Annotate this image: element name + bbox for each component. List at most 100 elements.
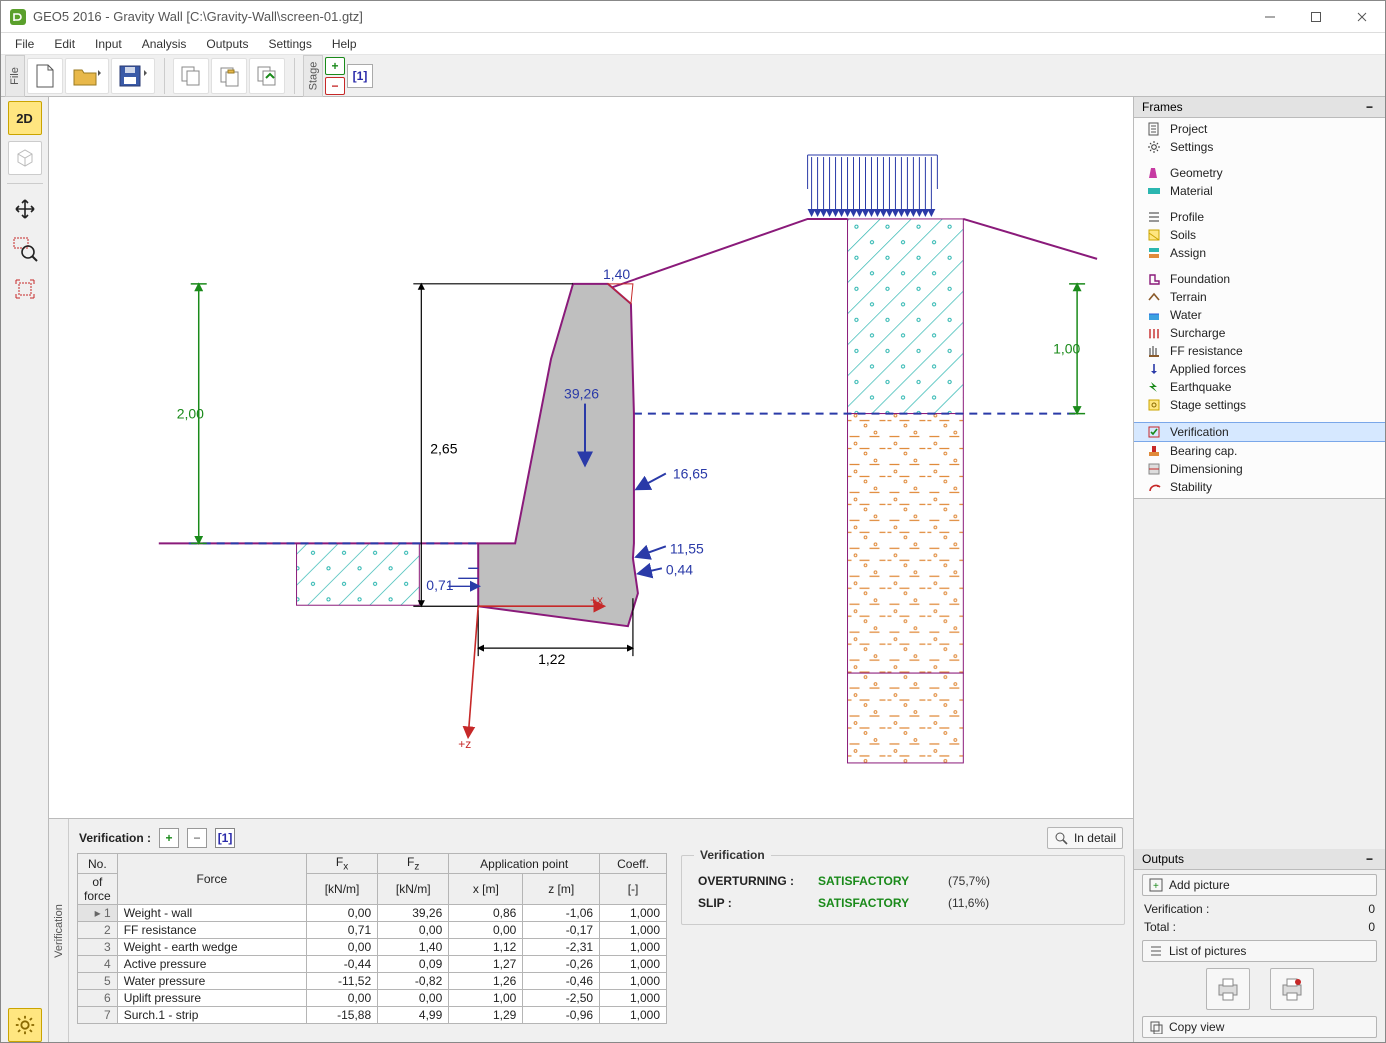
verification-label: Verification : — [79, 831, 151, 845]
svg-text:0,44: 0,44 — [666, 561, 693, 577]
verification-add-button[interactable]: + — [159, 828, 179, 848]
close-button[interactable] — [1339, 1, 1385, 33]
frame-item-label: Bearing cap. — [1170, 444, 1237, 458]
copy-view-button[interactable]: Copy view — [1142, 1016, 1377, 1038]
eq-icon — [1146, 380, 1162, 394]
toolbar-stage-label: Stage — [303, 55, 323, 97]
menu-analysis[interactable]: Analysis — [132, 35, 197, 53]
frame-item-geometry[interactable]: Geometry — [1134, 164, 1385, 182]
terr-icon — [1146, 290, 1162, 304]
frame-item-terrain[interactable]: Terrain — [1134, 288, 1385, 306]
menu-outputs[interactable]: Outputs — [196, 35, 258, 53]
frame-item-foundation[interactable]: Foundation — [1134, 270, 1385, 288]
table-row[interactable]: 3Weight - earth wedge0,001,401,12-2,311,… — [78, 939, 667, 956]
dim-icon — [1146, 462, 1162, 476]
new-file-button[interactable] — [27, 58, 63, 94]
menu-edit[interactable]: Edit — [44, 35, 85, 53]
frame-item-profile[interactable]: Profile — [1134, 208, 1385, 226]
zoom-window-button[interactable] — [8, 232, 42, 266]
frame-item-label: Surcharge — [1170, 326, 1225, 340]
in-detail-button[interactable]: In detail — [1047, 827, 1123, 849]
frame-item-label: Verification — [1170, 425, 1229, 439]
table-row[interactable]: 6Uplift pressure0,000,001,00-2,501,000 — [78, 990, 667, 1007]
assign-icon — [1146, 246, 1162, 260]
printer-icon — [1215, 976, 1241, 1002]
zoom-extents-button[interactable] — [8, 272, 42, 306]
stage-remove-button[interactable]: − — [325, 77, 345, 95]
frame-item-label: Terrain — [1170, 290, 1207, 304]
add-picture-icon: + — [1149, 878, 1163, 892]
frame-item-label: Assign — [1170, 246, 1206, 260]
forces-table[interactable]: No. Force Fx Fz Application point Coeff.… — [77, 853, 667, 1024]
frame-item-earthquake[interactable]: Earthquake — [1134, 378, 1385, 396]
menu-input[interactable]: Input — [85, 35, 132, 53]
menu-help[interactable]: Help — [322, 35, 367, 53]
frame-item-label: Stage settings — [1170, 398, 1246, 412]
minimize-button[interactable] — [1247, 1, 1293, 33]
settings-gear-button[interactable] — [8, 1008, 42, 1042]
drawing-canvas[interactable]: 2,00 2,65 1,22 1,40 — [49, 97, 1133, 818]
open-file-button[interactable] — [65, 58, 109, 94]
view-2d-button[interactable]: 2D — [8, 101, 42, 135]
frame-item-ff-resistance[interactable]: FF resistance — [1134, 342, 1385, 360]
outputs-panel-title: Outputs− — [1134, 849, 1385, 870]
print-text-button[interactable] — [1206, 968, 1250, 1010]
table-row[interactable]: 4Active pressure-0,440,091,27-0,261,000 — [78, 956, 667, 973]
add-picture-button[interactable]: + Add picture — [1142, 874, 1377, 896]
stage-number[interactable]: [1] — [347, 64, 373, 88]
frame-item-label: Water — [1170, 308, 1202, 322]
pan-button[interactable] — [8, 192, 42, 226]
titlebar: GEO5 2016 - Gravity Wall [C:\Gravity-Wal… — [1, 1, 1385, 33]
outputs-panel: + Add picture Verification :0 Total :0 L… — [1134, 870, 1385, 1042]
frame-item-verification[interactable]: Verification — [1134, 422, 1385, 442]
stage-add-button[interactable]: + — [325, 57, 345, 75]
gear-icon — [1146, 140, 1162, 154]
frame-item-water[interactable]: Water — [1134, 306, 1385, 324]
frame-item-label: Material — [1170, 184, 1213, 198]
frames-collapse-button[interactable]: − — [1366, 100, 1373, 114]
maximize-button[interactable] — [1293, 1, 1339, 33]
outputs-collapse-button[interactable]: − — [1366, 852, 1373, 866]
frame-item-stage-settings[interactable]: Stage settings — [1134, 396, 1385, 414]
frame-item-material[interactable]: Material — [1134, 182, 1385, 200]
table-row[interactable]: ▸ 1Weight - wall0,0039,260,86-1,061,000 — [78, 905, 667, 922]
frame-item-applied-forces[interactable]: Applied forces — [1134, 360, 1385, 378]
frame-item-surcharge[interactable]: Surcharge — [1134, 324, 1385, 342]
copy-button[interactable] — [173, 58, 209, 94]
frames-panel-title: Frames− — [1134, 97, 1385, 118]
view-toolbar: 2D — [1, 97, 49, 1042]
frame-item-settings[interactable]: Settings — [1134, 138, 1385, 156]
verification-summary: Verification OVERTURNING :SATISFACTORY(7… — [681, 855, 1125, 925]
svg-text:+: + — [1153, 881, 1159, 892]
frame-item-dimensioning[interactable]: Dimensioning — [1134, 460, 1385, 478]
frame-item-label: Project — [1170, 122, 1207, 136]
table-row[interactable]: 7Surch.1 - strip-15,884,991,29-0,961,000 — [78, 1007, 667, 1024]
frame-item-bearing-cap-[interactable]: Bearing cap. — [1134, 442, 1385, 460]
frame-item-label: Dimensioning — [1170, 462, 1243, 476]
view-3d-button[interactable] — [8, 141, 42, 175]
ver-icon — [1146, 425, 1162, 439]
save-file-button[interactable] — [111, 58, 155, 94]
frame-item-project[interactable]: Project — [1134, 120, 1385, 138]
bc-icon — [1146, 444, 1162, 458]
verification-stage[interactable]: [1] — [215, 828, 235, 848]
list-of-pictures-button[interactable]: List of pictures — [1142, 940, 1377, 962]
ffr-icon — [1146, 344, 1162, 358]
frame-item-label: Foundation — [1170, 272, 1230, 286]
paste-button[interactable] — [211, 58, 247, 94]
template-button[interactable] — [249, 58, 285, 94]
table-row[interactable]: 5Water pressure-11,52-0,821,26-0,461,000 — [78, 973, 667, 990]
frame-item-soils[interactable]: Soils — [1134, 226, 1385, 244]
table-row[interactable]: 2FF resistance0,710,000,00-0,171,000 — [78, 922, 667, 939]
frame-item-stability[interactable]: Stability — [1134, 478, 1385, 496]
menu-settings[interactable]: Settings — [258, 35, 321, 53]
print-picture-button[interactable] — [1270, 968, 1314, 1010]
magnifier-icon — [1054, 831, 1068, 845]
frame-item-label: Earthquake — [1170, 380, 1231, 394]
frame-item-assign[interactable]: Assign — [1134, 244, 1385, 262]
svg-text:39,26: 39,26 — [564, 386, 599, 402]
verification-remove-button[interactable]: − — [187, 828, 207, 848]
svg-text:2,65: 2,65 — [430, 441, 457, 457]
stab-icon — [1146, 480, 1162, 494]
menu-file[interactable]: File — [5, 35, 44, 53]
